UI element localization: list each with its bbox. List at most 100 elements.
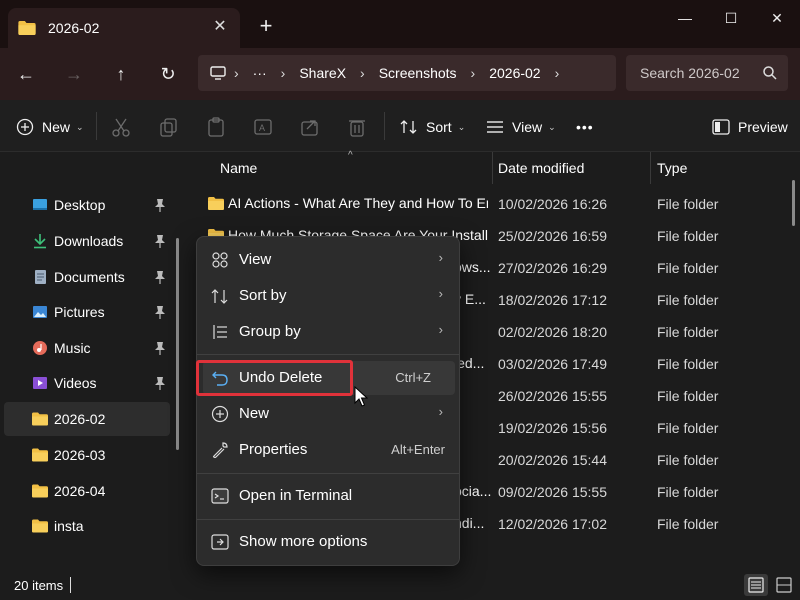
pin-icon[interactable] — [154, 270, 166, 284]
menu-item-sort-by[interactable]: Sort by › — [203, 279, 455, 313]
terminal-icon — [211, 488, 229, 504]
breadcrumb-more[interactable]: ··· — [253, 65, 267, 81]
file-name-fragment: ows... — [454, 259, 494, 275]
tab-title: 2026-02 — [48, 20, 100, 36]
file-name-fragment: y E... — [454, 291, 494, 307]
paste-icon[interactable] — [205, 116, 227, 138]
sidebar-scrollbar[interactable] — [176, 238, 179, 450]
new-tab-button[interactable]: + — [254, 14, 278, 38]
sidebar-item-documents[interactable]: Documents — [4, 260, 170, 294]
menu-item-group-by[interactable]: Group by › — [203, 315, 455, 349]
plus-circle-icon — [211, 405, 229, 423]
sidebar-item-insta[interactable]: insta — [4, 509, 170, 543]
menu-separator — [197, 473, 459, 474]
file-type: File folder — [657, 292, 719, 308]
back-button[interactable]: ← — [12, 60, 40, 88]
file-date: 26/02/2026 15:55 — [498, 388, 607, 404]
share-icon[interactable] — [299, 116, 321, 138]
chevron-right-icon: › — [438, 322, 443, 337]
sidebar-item-desktop[interactable]: Desktop — [4, 188, 170, 222]
show-more-icon — [211, 534, 229, 550]
address-bar[interactable]: › ··· › ShareX › Screenshots › 2026-02 › — [198, 55, 616, 91]
folder-icon — [32, 483, 48, 499]
file-type: File folder — [657, 484, 719, 500]
close-window-button[interactable]: ✕ — [754, 4, 800, 32]
breadcrumb-screenshots[interactable]: Screenshots — [379, 65, 457, 81]
column-divider[interactable] — [492, 152, 493, 184]
chevron-right-icon: › — [438, 404, 443, 419]
sidebar-item-label: Downloads — [54, 233, 124, 249]
file-type: File folder — [657, 196, 719, 212]
file-date: 02/02/2026 18:20 — [498, 324, 607, 340]
search-placeholder: Search 2026-02 — [640, 65, 740, 81]
sidebar-item-2026-03[interactable]: 2026-03 — [4, 438, 170, 472]
tab-2026-02[interactable]: 2026-02 ✕ — [8, 8, 240, 48]
rename-icon[interactable]: A — [252, 116, 274, 138]
delete-icon[interactable] — [346, 116, 368, 138]
menu-item-properties[interactable]: Properties Alt+Enter — [203, 433, 455, 467]
breadcrumb-separator: › — [234, 65, 239, 81]
more-options-button[interactable]: ••• — [576, 114, 594, 140]
sort-icon — [211, 289, 228, 304]
column-header-name[interactable]: Name — [220, 152, 257, 184]
sidebar-item-downloads[interactable]: Downloads — [4, 224, 170, 258]
breadcrumb-2026-02[interactable]: 2026-02 — [489, 65, 540, 81]
sidebar-item-label: Documents — [54, 269, 125, 285]
pin-icon[interactable] — [154, 305, 166, 319]
file-type: File folder — [657, 452, 719, 468]
sidebar-item-2026-04[interactable]: 2026-04 — [4, 474, 170, 508]
preview-button[interactable]: Preview — [712, 114, 788, 140]
tiles-view-icon[interactable] — [772, 574, 796, 596]
sidebar-item-videos[interactable]: Videos — [4, 366, 170, 400]
column-divider[interactable] — [650, 152, 651, 184]
pin-icon[interactable] — [154, 341, 166, 355]
file-date: 20/02/2026 15:44 — [498, 452, 607, 468]
cut-icon[interactable] — [110, 116, 132, 138]
sort-button[interactable]: Sort ⌄ — [400, 114, 465, 140]
sidebar-item-music[interactable]: Music — [4, 331, 170, 365]
refresh-button[interactable]: ↻ — [154, 60, 182, 88]
chevron-down-icon: ⌄ — [548, 121, 556, 132]
chevron-right-icon: › — [438, 286, 443, 301]
downloads-icon — [34, 234, 46, 249]
view-button[interactable]: View ⌄ — [486, 114, 556, 140]
sidebar-item-label: 2026-03 — [54, 447, 106, 463]
menu-label: Properties — [239, 441, 308, 458]
menu-item-open-in-terminal[interactable]: Open in Terminal — [203, 479, 455, 513]
group-by-icon — [213, 325, 227, 339]
chevron-down-icon: ⌄ — [76, 121, 84, 132]
file-type: File folder — [657, 420, 719, 436]
file-list-scrollbar[interactable] — [792, 180, 795, 226]
minimize-button[interactable]: — — [662, 4, 708, 32]
menu-label: Show more options — [239, 533, 368, 550]
menu-label: New — [239, 405, 270, 422]
details-view-icon[interactable] — [744, 574, 768, 596]
new-button[interactable]: New ⌄ — [16, 114, 84, 140]
menu-item-view[interactable]: View › — [203, 243, 455, 277]
up-button[interactable]: ↑ — [107, 60, 135, 88]
pin-icon[interactable] — [154, 198, 166, 212]
maximize-button[interactable]: ☐ — [708, 4, 754, 32]
sort-ascending-icon: ^ — [348, 150, 353, 161]
file-name: AI Actions - What Are They and How To En… — [228, 195, 488, 211]
menu-item-show-more-options[interactable]: Show more options — [203, 525, 455, 559]
svg-text:A: A — [259, 123, 265, 133]
pin-icon[interactable] — [154, 234, 166, 248]
copy-icon[interactable] — [158, 116, 180, 138]
sidebar-item-label: insta — [54, 518, 84, 534]
file-date: 25/02/2026 16:59 — [498, 228, 607, 244]
search-input[interactable]: Search 2026-02 — [626, 55, 788, 91]
file-date: 09/02/2026 15:55 — [498, 484, 607, 500]
file-name-fragment: ocia... — [454, 483, 494, 499]
close-tab-icon[interactable]: ✕ — [210, 17, 230, 37]
forward-button[interactable]: → — [60, 60, 88, 88]
sidebar-item-2026-02[interactable]: 2026-02 — [4, 402, 170, 436]
breadcrumb-separator: › — [554, 65, 560, 81]
sidebar-item-pictures[interactable]: Pictures — [4, 295, 170, 329]
pin-icon[interactable] — [154, 376, 166, 390]
column-header-date[interactable]: Date modified — [498, 152, 584, 184]
column-header-type[interactable]: Type — [657, 152, 687, 184]
table-row[interactable]: AI Actions - What Are They and How To En… — [190, 188, 800, 220]
breadcrumb-sharex[interactable]: ShareX — [299, 65, 346, 81]
menu-item-new[interactable]: New › — [203, 397, 455, 431]
